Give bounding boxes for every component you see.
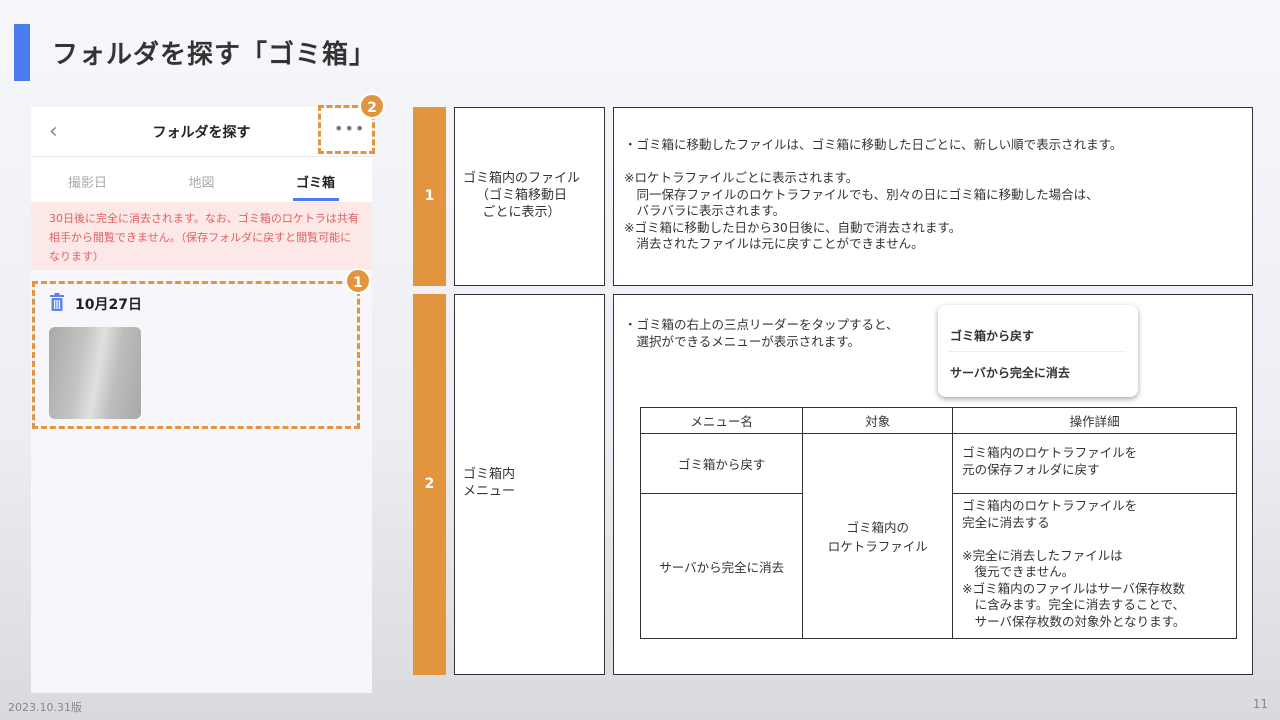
table-cell-detail: ゴミ箱内のロケトラファイルを 完全に消去する ※完全に消去したファイルは 復元で… xyxy=(952,493,1237,639)
callout-badge-1: 1 xyxy=(345,268,371,294)
table-cell-target: ゴミ箱内の ロケトラファイル xyxy=(802,433,954,639)
table-header-target: 対象 xyxy=(802,407,954,434)
tab-trash[interactable]: ゴミ箱 xyxy=(259,172,372,191)
menu-popup: ゴミ箱から戻す サーバから完全に消去 xyxy=(938,305,1138,397)
row-number-2: 2 xyxy=(413,294,446,675)
row-label-box-1: ゴミ箱内のファイル （ゴミ箱移動日 ごとに表示） xyxy=(454,107,605,286)
row-desc-1: ・ゴミ箱に移動したファイルは、ゴミ箱に移動した日ごとに、新しい順で表示されます。… xyxy=(624,137,1123,251)
active-tab-indicator xyxy=(293,198,339,201)
tab-bar: 撮影日 地図 ゴミ箱 xyxy=(31,157,372,202)
table-cell-menu: ゴミ箱から戻す xyxy=(639,433,804,494)
table-cell-detail: ゴミ箱内のロケトラファイルを 元の保存フォルダに戻す xyxy=(952,433,1237,494)
callout-badge-2: 2 xyxy=(359,93,385,119)
row-number-1: 1 xyxy=(413,107,446,286)
row-label-1: ゴミ箱内のファイル （ゴミ箱移動日 ごとに表示） xyxy=(463,171,581,220)
page-title: フォルダを探す「ゴミ箱」 xyxy=(52,40,377,70)
trash-notice: 30日後に完全に消去されます。なお、ゴミ箱のロケトラは共有相手から閲覧できません… xyxy=(31,202,372,270)
menu-divider xyxy=(948,351,1126,352)
tab-date[interactable]: 撮影日 xyxy=(31,172,144,191)
row-label-box-2: ゴミ箱内 メニュー xyxy=(454,294,605,675)
footer-version: 2023.10.31版 xyxy=(8,701,82,714)
row-label-2: ゴミ箱内 メニュー xyxy=(463,467,516,499)
menu-detail-table: メニュー名 対象 操作詳細 ゴミ箱から戻す ゴミ箱内の ロケトラファイル ゴミ箱… xyxy=(639,407,1237,639)
table-cell-menu: サーバから完全に消去 xyxy=(639,493,804,639)
row-desc-box-1: ・ゴミ箱に移動したファイルは、ゴミ箱に移動した日ごとに、新しい順で表示されます。… xyxy=(613,107,1253,286)
row-desc-2: ・ゴミ箱の右上の三点リーダーをタップすると、 選択ができるメニューが表示されます… xyxy=(624,317,899,349)
tab-map[interactable]: 地図 xyxy=(145,172,258,191)
callout-file-area xyxy=(32,281,360,429)
title-accent-bar xyxy=(14,24,30,81)
page-number: 11 xyxy=(1252,697,1268,711)
table-header-detail: 操作詳細 xyxy=(952,407,1237,434)
menu-item-restore[interactable]: ゴミ箱から戻す xyxy=(950,327,1034,344)
menu-item-delete[interactable]: サーバから完全に消去 xyxy=(950,364,1070,381)
table-header-menu: メニュー名 xyxy=(639,407,804,434)
